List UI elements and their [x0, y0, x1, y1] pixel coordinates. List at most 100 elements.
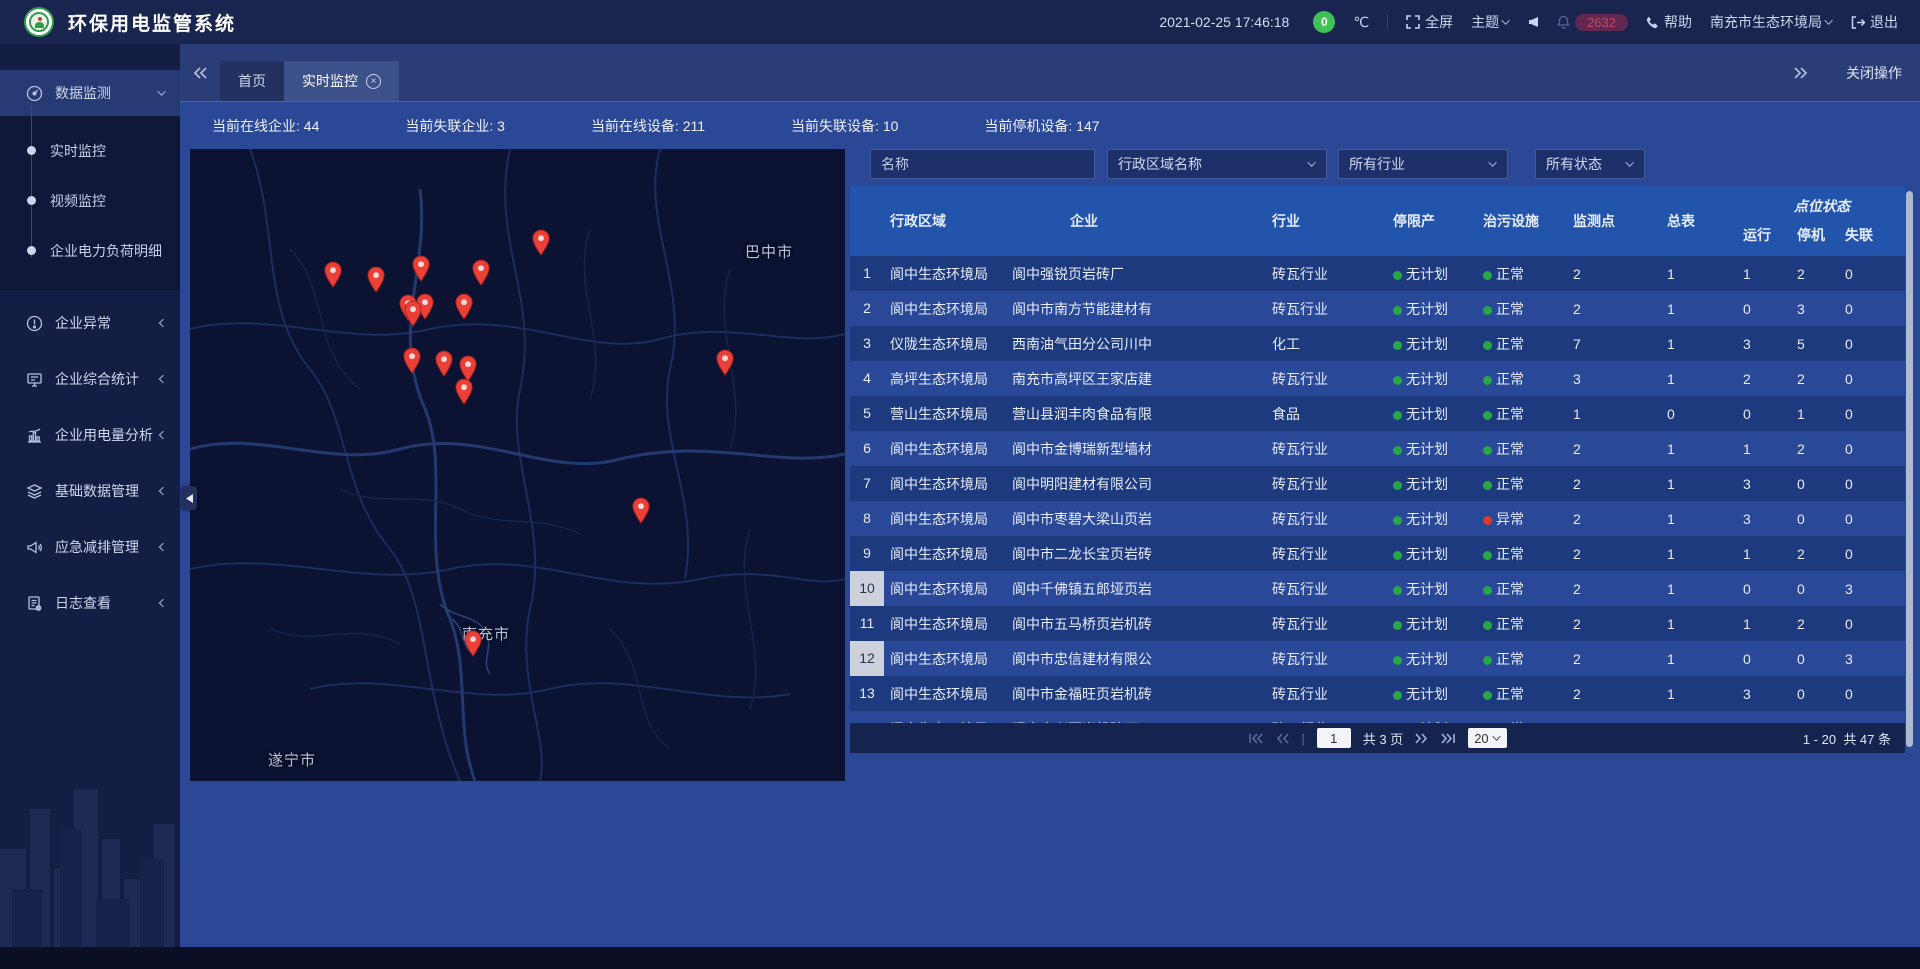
table-row[interactable]: 5营山生态环境局营山县润丰肉食品有限食品无计划正常10010 [850, 396, 1905, 431]
map-pin-icon[interactable] [411, 255, 432, 287]
map-pin-icon[interactable] [454, 378, 475, 410]
next-page-button[interactable] [1415, 733, 1428, 744]
cell-facility-status: 正常 [1479, 544, 1571, 564]
tab-realtime-monitor[interactable]: 实时监控 × [284, 61, 399, 101]
map-pin-icon[interactable] [463, 630, 484, 662]
org-dropdown[interactable]: 南充市生态环境局 [1710, 12, 1833, 32]
tabs-scroll-left-button[interactable] [180, 53, 220, 93]
cell-company: 西南油气田分公司川中 [1006, 334, 1264, 354]
status-select[interactable]: 所有状态 [1535, 149, 1645, 179]
cell-monitor-count: 2 [1571, 511, 1659, 527]
chevron-down-icon [1501, 16, 1509, 24]
tabs-scroll-right-button[interactable] [1780, 53, 1820, 93]
fullscreen-button[interactable]: 全屏 [1406, 12, 1453, 32]
map-collapse-button[interactable] [181, 486, 197, 510]
page-number-input[interactable] [1317, 728, 1351, 748]
status-dot-icon [1393, 586, 1402, 595]
sidebar-subitem-2[interactable]: 企业电力负荷明细 [0, 226, 180, 276]
cell-limit-status: 无计划 [1389, 544, 1479, 564]
map-panel[interactable]: 巴中市南充市遂宁市 [190, 149, 845, 781]
sidebar-item-4[interactable]: 基础数据管理 [0, 468, 180, 514]
table-row[interactable]: 6阆中生态环境局阆中市金博瑞新型墙材砖瓦行业无计划正常21120 [850, 431, 1905, 466]
cell-region: 阆中生态环境局 [884, 579, 1006, 599]
theme-dropdown[interactable]: 主题 [1471, 12, 1510, 32]
table-body: 1阆中生态环境局阆中强锐页岩砖厂砖瓦行业无计划正常211202阆中生态环境局阆中… [850, 256, 1905, 723]
table-row[interactable]: 12阆中生态环境局阆中市忠信建材有限公砖瓦行业无计划正常21003 [850, 641, 1905, 676]
map-pin-icon[interactable] [323, 261, 344, 293]
tab-home[interactable]: 首页 [220, 61, 284, 101]
map-pin-icon[interactable] [366, 266, 387, 298]
chevron-down-icon [1492, 732, 1500, 740]
cell-facility-status: 正常 [1479, 334, 1571, 354]
sidebar-item-2[interactable]: 企业综合统计 [0, 356, 180, 402]
name-search-input[interactable] [881, 156, 1084, 172]
col-index [850, 186, 884, 256]
cell-disconnected-count: 0 [1839, 441, 1905, 457]
sidebar-item-3[interactable]: 企业用电量分析 [0, 412, 180, 458]
map-pin-icon[interactable] [402, 347, 423, 379]
sidebar-item-label: 应急减排管理 [55, 537, 139, 557]
cell-meter-count: 1 [1659, 616, 1739, 632]
row-index: 2 [850, 291, 884, 326]
cell-facility-status: 正常 [1479, 404, 1571, 424]
notification-count-badge: 2632 [1575, 14, 1628, 31]
table-row[interactable]: 2阆中生态环境局阆中市南方节能建材有砖瓦行业无计划正常21030 [850, 291, 1905, 326]
map-pin-icon[interactable] [531, 229, 552, 261]
map-pin-icon[interactable] [434, 350, 455, 382]
status-dot-icon [1393, 621, 1402, 630]
notifications[interactable]: 2632 [1557, 14, 1628, 31]
close-operations-button[interactable]: 关闭操作 [1846, 63, 1902, 83]
row-index: 14 [850, 711, 884, 723]
cell-facility-status: 正常 [1479, 614, 1571, 634]
sidebar-subitem-0[interactable]: 实时监控 [0, 126, 180, 176]
cell-disconnected-count: 0 [1839, 511, 1905, 527]
first-page-button[interactable] [1248, 733, 1264, 744]
industry-select[interactable]: 所有行业 [1338, 149, 1508, 179]
sidebar-item-1[interactable]: 企业异常 [0, 300, 180, 346]
sidebar-subitem-label: 视频监控 [50, 191, 106, 211]
table-row[interactable]: 4高坪生态环境局南充市高坪区王家店建砖瓦行业无计划正常31220 [850, 361, 1905, 396]
help-button[interactable]: 帮助 [1646, 12, 1692, 32]
table-row[interactable]: 11阆中生态环境局阆中市五马桥页岩机砖砖瓦行业无计划正常21120 [850, 606, 1905, 641]
col-meter: 总表 [1659, 186, 1739, 256]
cell-running-count: 3 [1739, 476, 1789, 492]
table-row[interactable]: 13阆中生态环境局阆中市金福旺页岩机砖砖瓦行业无计划正常21300 [850, 676, 1905, 711]
map-pin-icon[interactable] [471, 259, 492, 291]
chevron-left-icon [159, 599, 167, 607]
table-row[interactable]: 7阆中生态环境局阆中明阳建材有限公司砖瓦行业无计划正常21300 [850, 466, 1905, 501]
tab-close-icon[interactable]: × [366, 74, 381, 89]
map-pin-icon[interactable] [454, 293, 475, 325]
cell-company: 阆中市金福旺页岩机砖 [1006, 684, 1264, 704]
cell-company: 阆中市金博瑞新型墙材 [1006, 439, 1264, 459]
page-size-select[interactable]: 20 [1468, 728, 1506, 748]
map-pin-icon[interactable] [403, 300, 424, 332]
sidebar-item-0[interactable]: 数据监测 [0, 70, 180, 116]
logout-button[interactable]: 退出 [1851, 12, 1898, 32]
map-pin-icon[interactable] [631, 497, 652, 529]
table-row[interactable]: 3仪陇生态环境局西南油气田分公司川中化工无计划正常71350 [850, 326, 1905, 361]
col-industry: 行业 [1264, 186, 1389, 256]
cell-facility-status: 正常 [1479, 684, 1571, 704]
row-index: 7 [850, 466, 884, 501]
table-row[interactable]: 14阆中生态环境局阆中大兴页岩机砖厂砖瓦行业无计划正常21120 [850, 711, 1905, 723]
table-row[interactable]: 10阆中生态环境局阆中千佛镇五郎垭页岩砖瓦行业无计划正常21003 [850, 571, 1905, 606]
last-page-button[interactable] [1440, 733, 1456, 744]
sidebar-item-5[interactable]: 应急减排管理 [0, 524, 180, 570]
table-row[interactable]: 8阆中生态环境局阆中市枣碧大梁山页岩砖瓦行业无计划异常21300 [850, 501, 1905, 536]
stat-item-3: 当前失联设备: 10 [791, 116, 898, 136]
fullscreen-label: 全屏 [1425, 12, 1453, 32]
cell-facility-status: 正常 [1479, 439, 1571, 459]
cell-disconnected-count: 0 [1839, 336, 1905, 352]
table-row[interactable]: 9阆中生态环境局阆中市二龙长宝页岩砖砖瓦行业无计划正常21120 [850, 536, 1905, 571]
tab-home-label: 首页 [238, 71, 266, 91]
table-row[interactable]: 1阆中生态环境局阆中强锐页岩砖厂砖瓦行业无计划正常21120 [850, 256, 1905, 291]
sidebar-item-6[interactable]: 日志查看 [0, 580, 180, 626]
region-select[interactable]: 行政区域名称 [1107, 149, 1327, 179]
prev-page-button[interactable] [1276, 733, 1289, 744]
sidebar-subitem-1[interactable]: 视频监控 [0, 176, 180, 226]
mute-button[interactable] [1528, 16, 1539, 28]
table-scrollbar[interactable] [1906, 191, 1913, 747]
org-label: 南充市生态环境局 [1710, 12, 1822, 32]
cell-monitor-count: 2 [1571, 301, 1659, 317]
map-pin-icon[interactable] [715, 349, 736, 381]
